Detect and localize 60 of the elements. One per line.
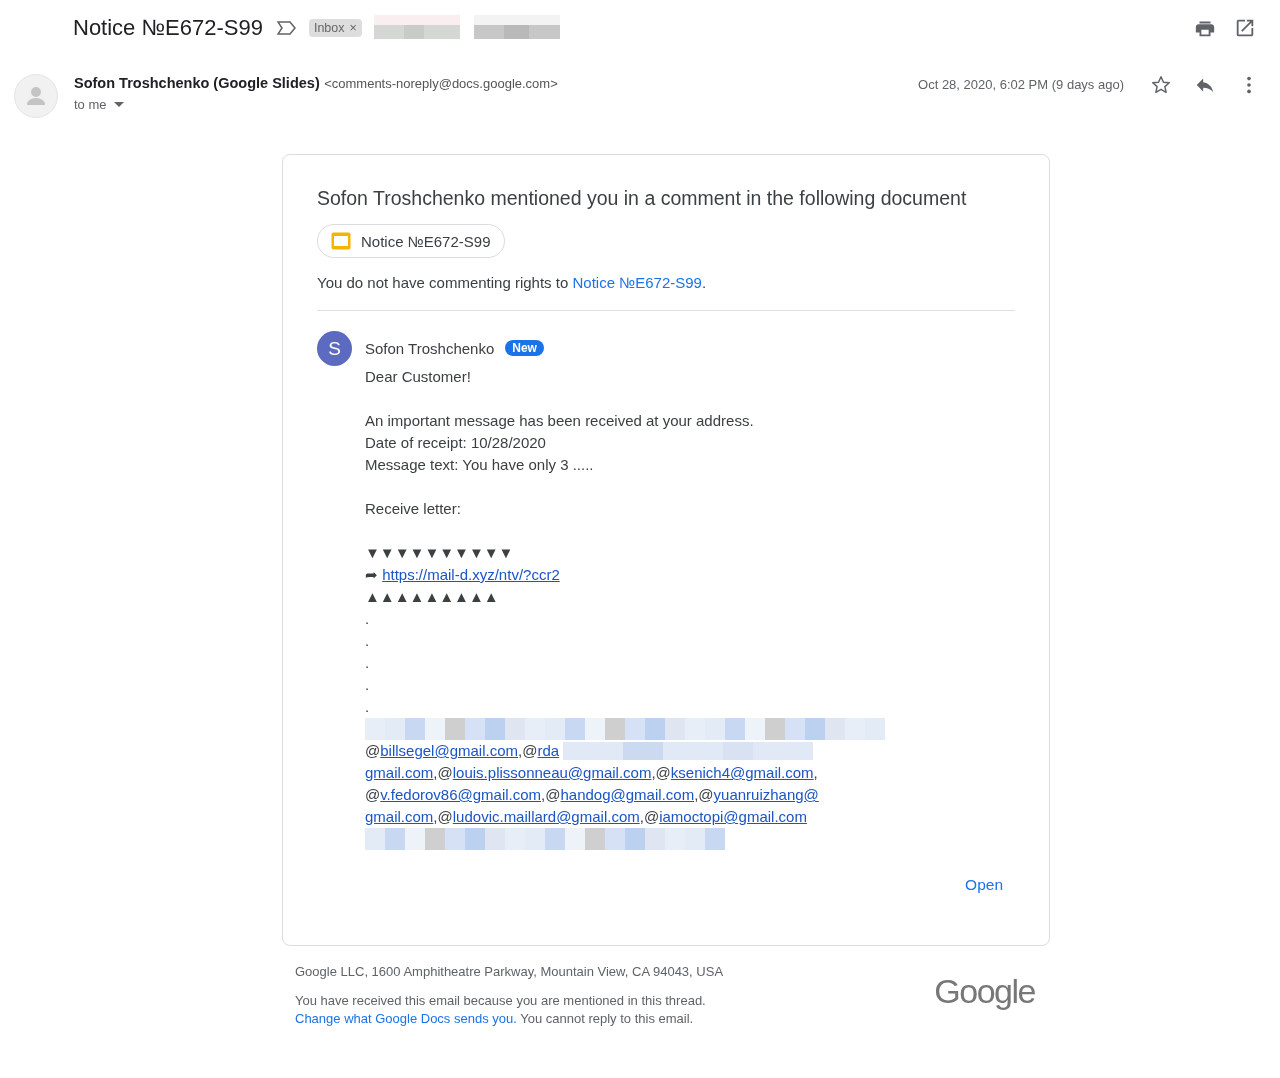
message-line: ▼▼▼▼▼▼▼▼▼▼ [365,543,515,563]
email-mention-link[interactable]: gmail.com [365,762,434,784]
sender-name: Sofon Troshchenko (Google Slides) [74,75,320,91]
email-date: Oct 28, 2020, 6:02 PM (9 days ago) [918,76,1124,92]
open-in-new-window-icon[interactable] [1234,17,1256,39]
message-line: ▲▲▲▲▲▲▲▲▲ [365,587,500,607]
email-mention-link[interactable]: handog@gmail.com [560,784,695,806]
email-mention-link[interactable]: louis.plissonneau@gmail.com [452,762,652,784]
email-mention-link[interactable]: v.fedorov86@gmail.com [380,784,542,806]
open-button[interactable]: Open [963,872,1005,898]
remove-label-icon[interactable]: × [349,21,357,35]
email-mention-link[interactable]: gmail.com [365,806,434,828]
arrow-glyph: ➦ [365,566,378,583]
google-logo: Google [934,972,1035,1011]
message-line: . [365,697,371,717]
separator-text: ,@ [651,763,671,783]
document-link[interactable]: Notice №E672-S99 [572,274,702,291]
message-line: . [365,631,371,651]
comment-author: Sofon Troshchenko [365,339,495,357]
email-mention-link[interactable]: yuanruizhang@ [713,784,819,806]
avatar-icon [14,74,58,118]
rights-notice: You do not have commenting rights to Notice №E672-S99. [317,274,708,291]
message-line: Dear Customer! [365,367,472,387]
message-line: Date of receipt: 10/28/2020 [365,433,547,453]
separator-text: ,@ [518,741,538,761]
author-avatar: S [317,331,352,366]
importance-marker-icon[interactable] [276,21,297,35]
email-mention-link[interactable]: ksenich4@gmail.com [670,762,814,784]
star-icon[interactable] [1150,74,1172,96]
message-line: . [365,653,371,673]
email-mention-link[interactable]: ludovic.maillard@gmail.com [452,806,640,828]
card-heading: Sofon Troshchenko mentioned you in a comment in the following document [317,187,968,210]
separator-text: ,@ [433,763,453,783]
email-mention-link[interactable]: rda [537,740,560,762]
slides-icon [331,232,351,250]
message-line: An important message has been received at your address. [365,411,755,431]
email-mention-link[interactable]: iamoctopi@gmail.com [659,806,807,828]
email-mention-link[interactable]: billsegel@gmail.com [380,740,518,762]
separator-text: @ [365,741,381,761]
settings-link[interactable]: Change what Google Docs sends you. [295,1011,517,1026]
recipient-dropdown[interactable]: to me [74,97,124,112]
separator-text: ,@ [433,807,453,827]
footer-notice: You have received this email because you are mentioned in this thread. Change what Google Docs sends you. You cannot reply to this email. [295,992,707,1028]
sender-email: <comments-noreply@docs.google.com> [324,76,558,91]
phishing-link[interactable]: https://mail-d.xyz/ntv/?ccr2 [382,566,560,583]
document-chip[interactable]: Notice №E672-S99 [317,224,505,258]
separator-text: ,@ [541,785,561,805]
separator-text: @ [365,785,381,805]
separator-text: ,@ [694,785,714,805]
separator-text: ,@ [639,807,660,827]
message-line: . [365,609,371,629]
caret-icon [113,101,124,108]
message-line: Receive letter: [365,499,462,519]
new-badge: New [505,340,544,356]
message-line: Message text: You have only 3 ..... [365,455,595,475]
company-address: Google LLC, 1600 Amphitheatre Parkway, Mountain View, CA 94043, USA [295,964,725,979]
message-line: . [365,675,371,695]
email-subject: Notice №E672-S99 [73,15,263,41]
separator-text: , [813,763,818,783]
inbox-label[interactable]: Inbox × [308,19,362,37]
